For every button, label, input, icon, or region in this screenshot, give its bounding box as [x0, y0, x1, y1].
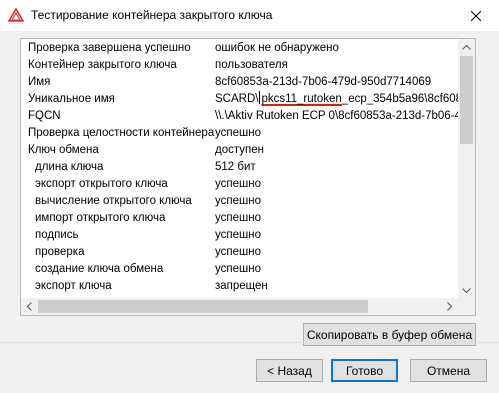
window-title: Тестирование контейнера закрытого ключа — [31, 8, 273, 22]
row-key: Проверка завершена успешно — [28, 42, 191, 54]
scroll-left-button[interactable] — [21, 298, 38, 315]
scrollbar-corner — [458, 298, 475, 315]
row-value: 512 бит — [215, 161, 256, 173]
scroll-right-button[interactable] — [441, 298, 458, 315]
value-suffix: _ecp_354b5a96\8cf60853a — [341, 93, 458, 105]
row-key: вычисление открытого ключа — [35, 195, 192, 207]
result-row: вычисление открытого ключа успешно — [21, 193, 458, 210]
result-row: Контейнер закрытого ключа пользователя — [21, 57, 458, 74]
close-icon — [471, 10, 481, 21]
result-row: Уникальное имя SCARD\ pkcs11_rutoken_ecp_… — [21, 91, 458, 108]
row-value: успешно — [215, 212, 261, 224]
row-key: Уникальное имя — [28, 93, 115, 105]
row-value: успешно — [215, 127, 261, 139]
result-row: Проверка целостности контейнера успешно — [21, 125, 458, 142]
row-value: \\.\Aktiv Rutoken ECP 0\8cf60853a-213d-7… — [215, 110, 458, 122]
chevron-up-icon — [462, 45, 471, 50]
test-results-list[interactable]: Проверка завершена успешно ошибок не обн… — [20, 38, 476, 316]
result-row: подпись успешно — [21, 227, 458, 244]
chevron-down-icon — [462, 288, 471, 293]
row-key: проверка — [35, 246, 85, 258]
results-rows: Проверка завершена успешно ошибок не обн… — [21, 39, 458, 299]
row-value: SCARD\pkcs11_rutoken_ecp_354b5a96\8cf608… — [215, 91, 458, 108]
row-key: Имя — [28, 76, 51, 88]
result-row: экспорт открытого ключа успешно — [21, 176, 458, 193]
chevron-left-icon — [27, 302, 32, 311]
row-value: запрещен — [215, 280, 268, 292]
row-value: успешно — [215, 178, 261, 190]
horizontal-scrollbar[interactable] — [21, 298, 458, 315]
result-row: импорт открытого ключа успешно — [21, 210, 458, 227]
value-prefix: SCARD\ — [215, 93, 259, 105]
result-row: проверка успешно — [21, 244, 458, 261]
row-key: экспорт открытого ключа — [35, 178, 168, 190]
horizontal-scroll-thumb[interactable] — [38, 300, 368, 313]
scroll-down-button[interactable] — [458, 282, 475, 299]
row-key: Ключ обмена — [28, 144, 99, 156]
finish-button[interactable]: Готово — [331, 359, 398, 382]
row-key: создание ключа обмена — [35, 263, 164, 275]
row-key: FQCN — [28, 110, 61, 122]
row-key: экспорт ключа — [35, 280, 112, 292]
row-key: импорт открытого ключа — [35, 212, 166, 224]
chevron-right-icon — [447, 302, 452, 311]
row-key: длина ключа — [35, 161, 104, 173]
row-value: успешно — [215, 195, 261, 207]
close-button[interactable] — [453, 0, 499, 31]
row-key: подпись — [35, 229, 79, 241]
vertical-scrollbar[interactable] — [458, 39, 475, 299]
row-value: успешно — [215, 229, 261, 241]
row-value: успешно — [215, 246, 261, 258]
result-row: Проверка завершена успешно ошибок не обн… — [21, 40, 458, 57]
vertical-scroll-thumb[interactable] — [460, 56, 473, 144]
highlighted-value: pkcs11_rutoken — [261, 93, 342, 105]
title-bar: Тестирование контейнера закрытого ключа — [0, 0, 499, 31]
back-button[interactable]: < Назад — [256, 359, 323, 382]
row-key: Проверка целостности контейнера — [28, 127, 215, 139]
scroll-up-button[interactable] — [458, 39, 475, 56]
result-row: экспорт ключа запрещен — [21, 278, 458, 295]
cryptopro-logo-icon — [7, 7, 25, 24]
cancel-button[interactable]: Отмена — [410, 359, 487, 382]
result-row: Имя 8cf60853a-213d-7b06-479d-950d7714069 — [21, 74, 458, 91]
row-value: успешно — [215, 263, 261, 275]
divider — [0, 342, 499, 343]
row-value: доступен — [215, 144, 264, 156]
result-row: создание ключа обмена успешно — [21, 261, 458, 278]
row-value: ошибок не обнаружено — [215, 42, 339, 54]
result-row: Ключ обмена доступен — [21, 142, 458, 159]
row-key: Контейнер закрытого ключа — [28, 59, 177, 71]
result-row: длина ключа 512 бит — [21, 159, 458, 176]
row-value: пользователя — [215, 59, 288, 71]
result-row: FQCN \\.\Aktiv Rutoken ECP 0\8cf60853a-2… — [21, 108, 458, 125]
row-value: 8cf60853a-213d-7b06-479d-950d7714069 — [215, 76, 432, 88]
